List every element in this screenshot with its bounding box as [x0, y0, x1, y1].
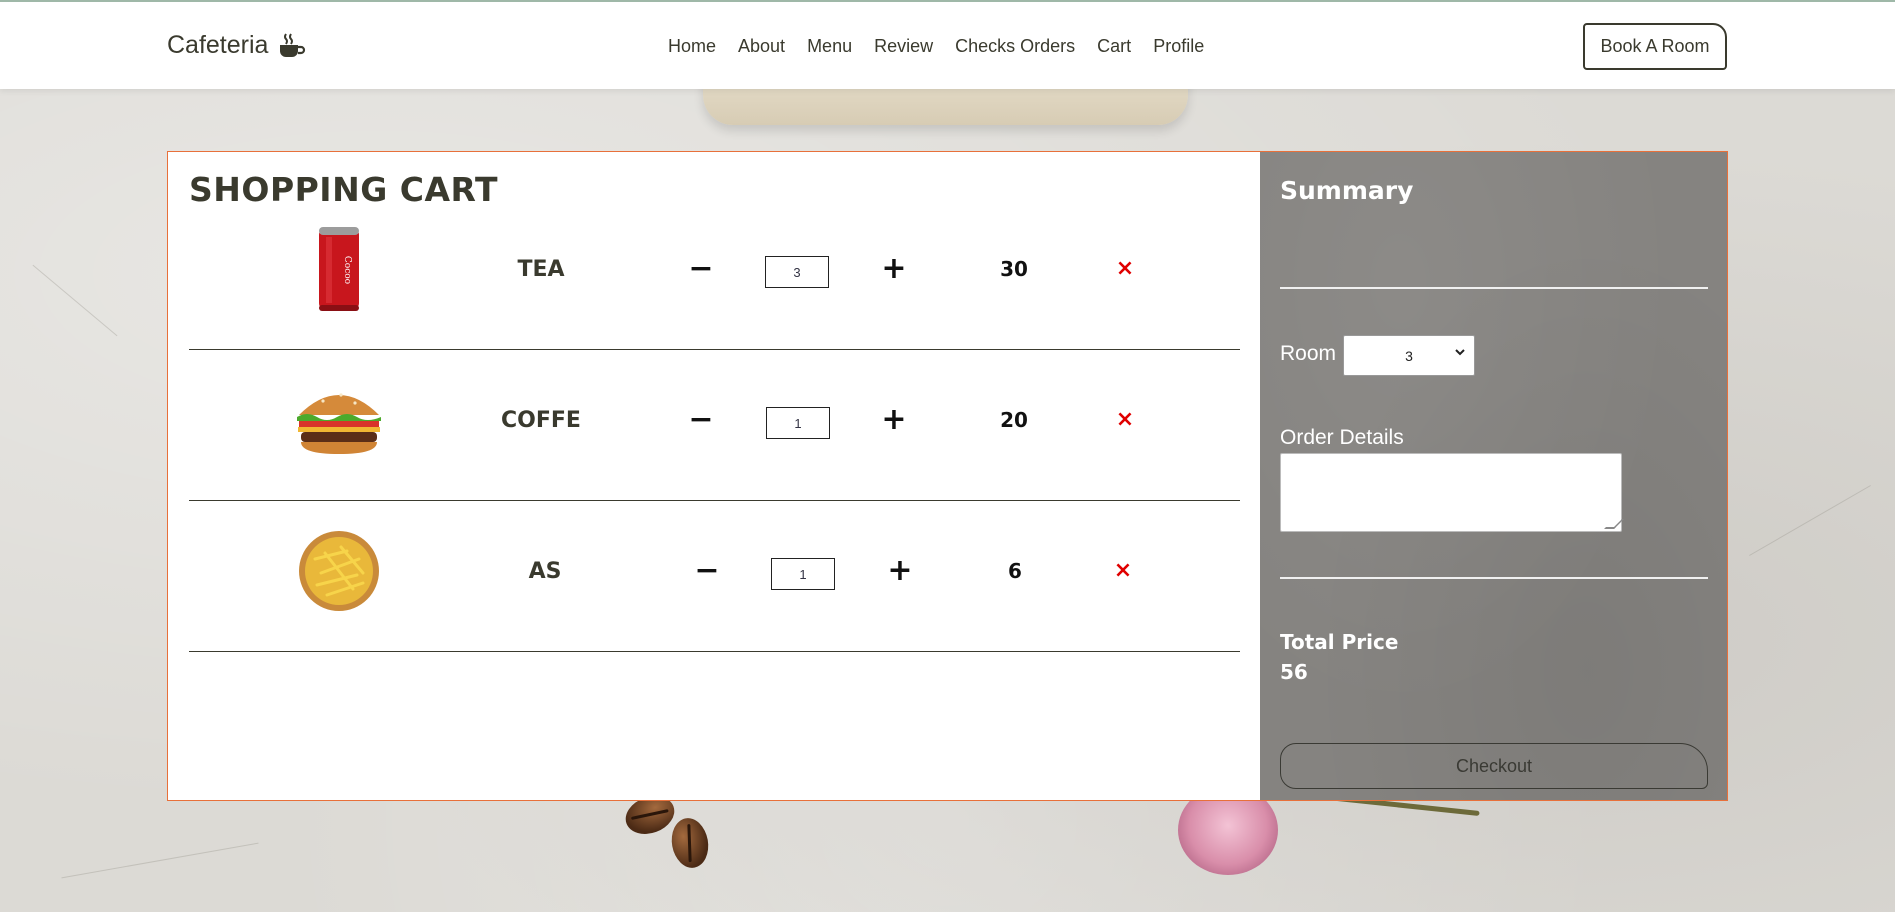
fries-image [289, 526, 389, 616]
quantity-input[interactable] [765, 256, 829, 288]
nav-link-checks-orders[interactable]: Checks Orders [955, 36, 1075, 57]
item-name: AS [528, 559, 562, 584]
shopping-cart-panel: SHOPPING CART Cocoo TEA − + 30 × [168, 152, 1260, 800]
nav-links: Home About Menu Review Checks Orders Car… [668, 36, 1204, 57]
summary-divider [1280, 577, 1708, 579]
summary-divider [1280, 287, 1708, 289]
nav-link-about[interactable]: About [738, 36, 785, 57]
navbar: Cafeteria Home About Menu Review Checks … [0, 0, 1895, 89]
quantity-input[interactable] [766, 407, 830, 439]
summary-title: Summary [1280, 176, 1414, 205]
item-price: 30 [1000, 257, 1028, 281]
room-selected-value: 3 [1405, 347, 1413, 364]
room-label: Room [1280, 342, 1337, 365]
quantity-input[interactable] [771, 558, 835, 590]
item-name: TEA [517, 257, 565, 282]
remove-item-icon[interactable]: × [1113, 407, 1137, 432]
soda-can-image: Cocoo [289, 224, 389, 314]
item-price: 20 [1000, 408, 1028, 432]
cart-row: AS − + 6 × [189, 501, 1240, 652]
order-details-label: Order Details [1280, 426, 1404, 449]
checkout-button[interactable]: Checkout [1280, 743, 1708, 789]
total-price-value: 56 [1280, 660, 1308, 684]
burger-icon [297, 393, 381, 454]
svg-text:Cocoo: Cocoo [342, 256, 352, 284]
summary-panel: Summary Room 3 Order Details Total Price… [1260, 152, 1727, 800]
increase-quantity-button[interactable]: + [879, 405, 909, 435]
remove-item-icon[interactable]: × [1111, 558, 1135, 583]
brand-logo[interactable]: Cafeteria [167, 31, 306, 60]
nav-link-cart[interactable]: Cart [1097, 36, 1131, 57]
room-select[interactable]: 3 [1343, 335, 1475, 376]
nav-link-menu[interactable]: Menu [807, 36, 852, 57]
decrease-quantity-button[interactable]: − [686, 405, 716, 435]
nav-link-review[interactable]: Review [874, 36, 933, 57]
order-details-textarea[interactable] [1280, 453, 1622, 532]
nav-link-home[interactable]: Home [668, 36, 716, 57]
cart-row: COFFE − + 20 × [189, 350, 1240, 501]
chevron-down-icon [1455, 349, 1465, 356]
nav-link-profile[interactable]: Profile [1153, 36, 1204, 57]
increase-quantity-button[interactable]: + [885, 556, 915, 586]
total-price-label: Total Price [1280, 630, 1399, 654]
decrease-quantity-button[interactable]: − [686, 254, 716, 284]
decrease-quantity-button[interactable]: − [692, 556, 722, 586]
remove-item-icon[interactable]: × [1113, 256, 1137, 281]
item-name: COFFE [501, 408, 581, 433]
soda-can-icon: Cocoo [319, 227, 359, 311]
row-divider [189, 650, 1240, 652]
increase-quantity-button[interactable]: + [879, 254, 909, 284]
burger-image [289, 375, 389, 465]
fries-icon [299, 531, 379, 611]
coffee-cup-icon [280, 32, 306, 57]
brand-name: Cafeteria [167, 31, 269, 59]
item-price: 6 [1008, 559, 1022, 583]
book-a-room-button[interactable]: Book A Room [1583, 23, 1727, 70]
cart-row: Cocoo TEA − + 30 × [189, 199, 1240, 350]
cart-container: SHOPPING CART Cocoo TEA − + 30 × [167, 151, 1728, 801]
